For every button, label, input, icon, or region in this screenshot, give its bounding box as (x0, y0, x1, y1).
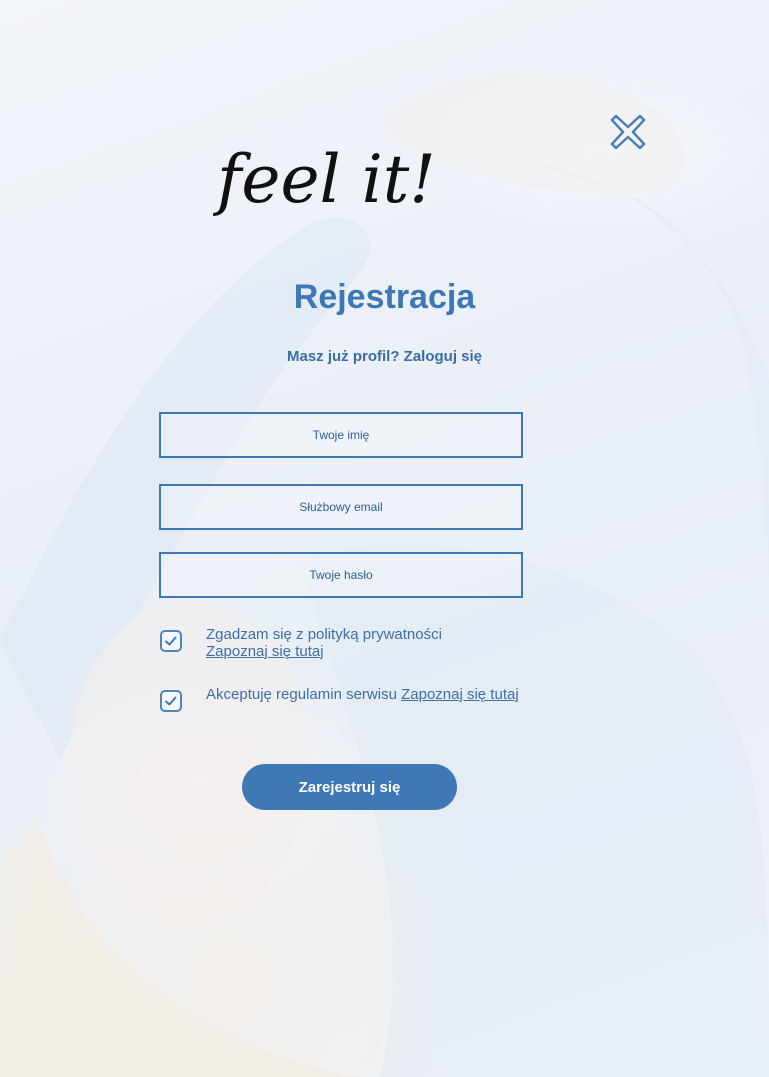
terms-link[interactable]: Zapoznaj się tutaj (401, 686, 519, 703)
login-prompt-text: Masz już profil? (286, 348, 400, 365)
privacy-text: Zgadzam się z polityką prywatności (206, 626, 442, 643)
checkmark-icon (165, 636, 177, 646)
close-icon (610, 114, 646, 150)
login-link[interactable]: Zaloguj się (404, 348, 482, 365)
terms-checkbox[interactable] (160, 690, 182, 712)
privacy-label: Zgadzam się z polityką prywatności Zapoz… (206, 626, 536, 660)
register-button[interactable]: Zarejestruj się (242, 764, 457, 810)
page-title: Rejestracja (293, 278, 476, 316)
name-input[interactable] (159, 412, 523, 458)
privacy-checkbox[interactable] (160, 630, 182, 652)
terms-text: Akceptuję regulamin serwisu (206, 686, 397, 703)
close-button[interactable] (606, 110, 650, 154)
password-input[interactable] (159, 552, 523, 598)
privacy-link[interactable]: Zapoznaj się tutaj (206, 643, 324, 660)
email-input[interactable] (159, 484, 523, 530)
terms-label: Akceptuję regulamin serwisu Zapoznaj się… (206, 686, 536, 703)
checkmark-icon (165, 696, 177, 706)
brand-logo: feel it! (212, 141, 436, 218)
logo-text: feel it! (212, 141, 436, 218)
login-prompt-line: Masz już profil? Zaloguj się (0, 348, 769, 365)
